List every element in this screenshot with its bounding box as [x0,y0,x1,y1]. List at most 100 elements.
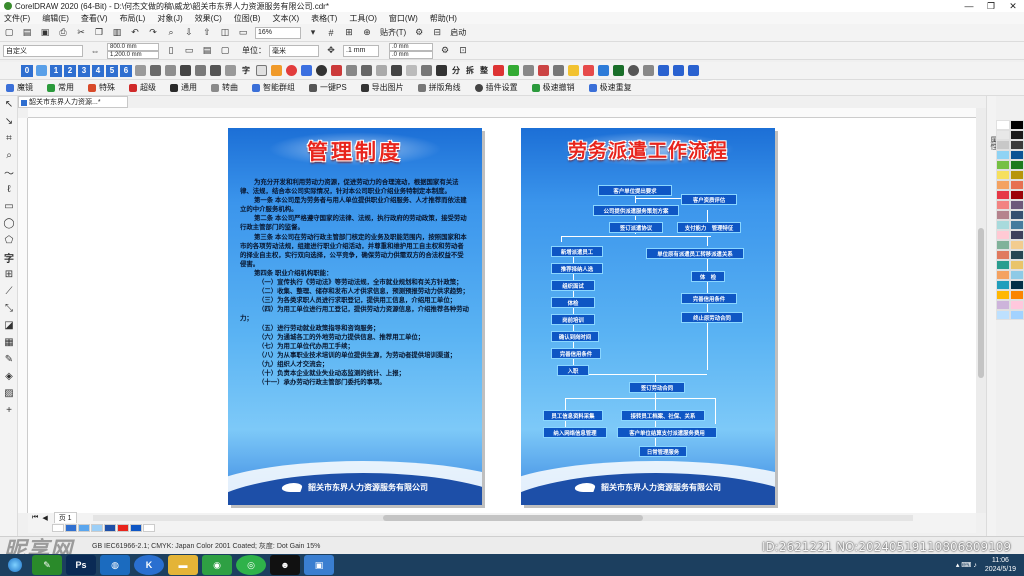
plugin-icon-v[interactable] [493,65,504,76]
plugin-icon-ab[interactable] [583,65,594,76]
number-button-5[interactable]: 5 [106,64,118,77]
palette-swatch[interactable] [996,190,1010,200]
palette-swatch[interactable] [996,160,1010,170]
menu-view[interactable]: 查看(V) [81,13,108,24]
eyedropper-icon[interactable]: ✎ [0,351,18,368]
plugin-special[interactable]: 特殊 [88,82,115,93]
palette-swatch[interactable] [996,270,1010,280]
wechat-taskbar-icon[interactable]: ◉ [202,555,232,575]
plugin-crop-marks[interactable]: 拼版角线 [417,82,461,93]
zoom-dropdown-icon[interactable]: ▾ [306,26,320,40]
new-icon[interactable]: ▢ [2,26,16,40]
minimize-button[interactable]: — [958,1,980,12]
prev-page-icon[interactable]: ◀ [42,514,47,522]
menu-file[interactable]: 文件(F) [4,13,30,24]
palette-swatch[interactable] [1010,250,1024,260]
photoshop-taskbar-icon[interactable]: Ps [66,555,96,575]
polygon-tool-icon[interactable]: ⬠ [0,232,18,249]
plugin-icon-aa[interactable] [568,65,579,76]
maximize-button[interactable]: ❐ [980,1,1002,12]
plugin-text-label-2[interactable]: 分 [452,65,460,76]
start-button[interactable] [0,554,30,576]
plugin-icon-y[interactable] [538,65,549,76]
poster-dispatch-workflow[interactable]: 劳务派遣工作流程 客户单位提出要求 客户资质评估 公司提供派遣服务策划方案 签订… [521,128,775,505]
pdf-icon[interactable]: ◫ [218,26,232,40]
plugin-one-click-ps[interactable]: 一键PS [309,82,347,93]
plugin-icon-n[interactable] [331,65,342,76]
number-button-0[interactable]: 0 [21,64,33,77]
scroll-thumb[interactable] [978,228,984,378]
palette-swatch[interactable] [996,300,1010,310]
portrait-icon[interactable]: ▯ [164,44,178,58]
plugin-icon-k[interactable] [286,65,297,76]
plugin-export-image[interactable]: 导出图片 [360,82,404,93]
palette-swatch[interactable] [1010,120,1024,130]
plugin-icon-g[interactable] [210,65,221,76]
plugin-icon-ae[interactable] [628,65,639,76]
copy-icon[interactable]: ❐ [92,26,106,40]
browser-taskbar-icon[interactable]: ◍ [100,555,130,575]
import-icon[interactable]: ⇩ [182,26,196,40]
shape-tool-icon[interactable]: ↘ [0,113,18,130]
plugin-fast-undo[interactable]: 极速撤销 [531,82,575,93]
plugin-icon-p[interactable] [361,65,372,76]
page-height-field[interactable]: 1,200.0 mm [107,50,159,59]
first-page-icon[interactable]: ⏮ [32,514,38,522]
close-button[interactable]: ✕ [1002,1,1024,12]
menu-edit[interactable]: 编辑(E) [42,13,69,24]
search-icon[interactable]: ⌕ [164,26,178,40]
palette-swatch[interactable] [1010,150,1024,160]
paper-size-select[interactable]: 自定义 [3,44,83,57]
plugin-icon-ad[interactable] [613,65,624,76]
all-pages-icon[interactable]: ▤ [200,44,214,58]
plugin-icon-c[interactable] [150,65,161,76]
poster-management-rules[interactable]: 管理制度 为充分开发和利用劳动力资源，促进劳动力的合理流动，根据国家有关法律、法… [228,128,482,505]
plugin-icon-ag[interactable] [688,65,699,76]
palette-swatch[interactable] [996,260,1010,270]
plugin-icon-e[interactable] [180,65,191,76]
nudge-field[interactable]: .1 mm [343,44,379,57]
plugin-text-label-1[interactable]: 字 [242,65,250,76]
duplicate-y-field[interactable]: .0 mm [389,50,433,59]
snap-icon[interactable]: ⊕ [360,26,374,40]
swatch[interactable] [130,524,142,532]
menu-window[interactable]: 窗口(W) [389,13,418,24]
export-icon[interactable]: ⇧ [200,26,214,40]
qihoo-taskbar-icon[interactable]: ◎ [236,555,266,575]
palette-swatch[interactable] [1010,180,1024,190]
guides-icon[interactable]: ⊞ [342,26,356,40]
palette-swatch[interactable] [996,310,1010,320]
number-button-4[interactable]: 4 [92,64,104,77]
plugin-icon-m[interactable] [316,65,327,76]
transparency-icon[interactable]: ▦ [0,334,18,351]
palette-swatch[interactable] [1010,280,1024,290]
drop-shadow-icon[interactable]: ◪ [0,317,18,334]
chevron-left-icon[interactable] [658,65,669,76]
snap-to-label[interactable]: 贴齐(T) [380,27,406,38]
palette-swatch[interactable] [1010,310,1024,320]
ellipse-tool-icon[interactable]: ◯ [0,215,18,232]
cut-icon[interactable]: ✂ [74,26,88,40]
horizontal-scrollbar[interactable] [92,515,913,521]
plugin-icon-q[interactable] [376,65,387,76]
launch-label[interactable]: 启动 [450,27,466,38]
drawing-canvas[interactable]: 管理制度 为充分开发和利用劳动力资源，促进劳动力的合理流动，根据国家有关法律、法… [28,118,976,513]
number-button-6[interactable]: 6 [120,64,132,77]
palette-swatch[interactable] [996,180,1010,190]
palette-swatch[interactable] [996,140,1010,150]
number-button-2[interactable]: 2 [64,64,76,77]
options-icon[interactable]: ⚙ [412,26,426,40]
palette-swatch[interactable] [996,280,1010,290]
palette-swatch[interactable] [1010,170,1024,180]
smart-fill-icon[interactable]: ▨ [0,385,18,402]
scroll-thumb[interactable] [382,515,643,521]
palette-swatch[interactable] [1010,190,1024,200]
right-docker[interactable]: 属性 [986,96,997,536]
save-icon[interactable]: ▣ [38,26,52,40]
palette-swatch[interactable] [996,290,1010,300]
page-width-field[interactable]: 800.0 mm [107,42,159,51]
current-page-icon[interactable]: ▢ [218,44,232,58]
plugin-icon-u[interactable] [436,65,447,76]
units-select[interactable]: 毫米 [269,44,319,57]
explorer-taskbar-icon[interactable]: ▬ [168,555,198,575]
